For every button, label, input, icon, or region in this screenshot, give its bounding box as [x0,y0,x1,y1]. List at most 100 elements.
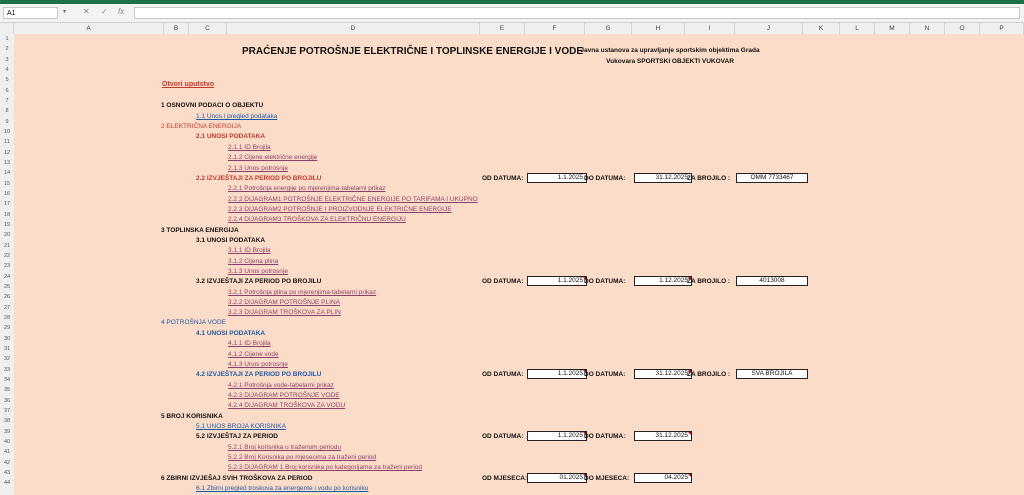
link-5-1[interactable]: 5.1 UNOS BROJA KORISNIKA [196,422,286,432]
row-header[interactable]: 1 [0,34,14,44]
link-4-2-1[interactable]: 4.2.1 Potrošnja vode-tabelarni prikaz [228,381,334,391]
link-3-1-3[interactable]: 3.1.3 Unos potrosnje [228,267,288,277]
link-2-2-3[interactable]: 2.2.3 DIJAGRAM2 POTROŠNJE I PROIZVODNJE … [228,205,452,215]
link-6-1[interactable]: 6.1 Zbirni pregled troskova za energente… [196,484,368,494]
link-3-1-2[interactable]: 3.1.2 Cijena plina [228,257,278,267]
select-all-corner[interactable] [0,23,14,34]
link-3-2-3[interactable]: 3.2.3 DIJAGRAM TROŠKOVA ZA PLIN [228,308,341,318]
link-4-1-3[interactable]: 4.1.3 Unos potrosnje [228,360,288,370]
link-1-1[interactable]: 1.1 Unos i pregled podataka [196,112,277,122]
row-header[interactable]: 18 [0,210,14,220]
water-date-to-field[interactable]: 31.12.2025 [634,369,692,379]
row-header[interactable]: 42 [0,458,14,468]
el-meter-field[interactable]: OMM 7733467 [736,173,808,183]
link-4-1-2[interactable]: 4.1.2 Cijene vode [228,350,279,360]
link-2-1-2[interactable]: 2.1.2 Cijene električne energije [228,153,317,163]
link-5-2-3[interactable]: 5.2.3 DIJAGRAM 1 Broj korisnika po kateg… [228,463,422,473]
instructions-link[interactable]: Otvori uputstvo [162,80,214,90]
column-header[interactable]: L [840,23,875,34]
row-header[interactable]: 9 [0,117,14,127]
gas-date-from-field[interactable]: 1.1.2025 [527,276,587,286]
row-header[interactable]: 33 [0,365,14,375]
link-4-2-3[interactable]: 4.2.3 DIJAGRAM POTROŠNJE VODE [228,391,340,401]
row-header[interactable]: 25 [0,282,14,292]
column-header[interactable]: M [875,23,910,34]
summary-month-to-field[interactable]: 04.2025 [634,473,692,483]
row-header[interactable]: 4 [0,65,14,75]
row-header[interactable]: 37 [0,406,14,416]
row-header[interactable]: 36 [0,396,14,406]
cancel-icon[interactable]: ✕ [83,7,90,16]
link-5-2-2[interactable]: 5.2.2 Broj Korisnika po mjesecima za tra… [228,453,376,463]
column-header[interactable]: A [14,23,164,34]
link-4-1-1[interactable]: 4.1.1 ID Brojila [228,339,271,349]
column-header[interactable]: C [189,23,227,34]
row-header[interactable]: 14 [0,168,14,178]
link-2-2-1[interactable]: 2.2.1 Potrošnja energije po mjerenjima-t… [228,184,386,194]
el-date-from-field[interactable]: 1.1.2025 [527,173,587,183]
row-header[interactable]: 22 [0,251,14,261]
row-header[interactable]: 7 [0,96,14,106]
column-header[interactable]: I [685,23,735,34]
column-header[interactable]: F [525,23,585,34]
row-header[interactable]: 44 [0,478,14,488]
column-header[interactable]: N [910,23,945,34]
link-2-2-2[interactable]: 2.2.2 DIJAGRAM1 POTROŠNJE ELEKTRIČNE ENE… [228,195,478,205]
gas-meter-field[interactable]: 4013008 [736,276,808,286]
row-header[interactable]: 26 [0,292,14,302]
row-header[interactable]: 28 [0,313,14,323]
column-header[interactable]: H [632,23,685,34]
link-2-1-1[interactable]: 2.1.1 ID Brojila [228,143,271,153]
row-header[interactable]: 16 [0,189,14,199]
row-header[interactable]: 6 [0,86,14,96]
column-header[interactable]: J [735,23,803,34]
column-header[interactable]: D [227,23,480,34]
row-header[interactable]: 30 [0,334,14,344]
row-header[interactable]: 19 [0,220,14,230]
row-header[interactable]: 32 [0,354,14,364]
users-date-to-field[interactable]: 31.12.2025 [634,431,692,441]
row-header[interactable]: 23 [0,261,14,271]
row-header[interactable]: 15 [0,179,14,189]
link-2-1-3[interactable]: 2.1.3 Unos potrosnje [228,164,288,174]
row-header[interactable]: 29 [0,323,14,333]
row-header[interactable]: 20 [0,230,14,240]
row-header[interactable]: 17 [0,199,14,209]
row-header[interactable]: 13 [0,158,14,168]
row-header[interactable]: 27 [0,303,14,313]
function-icon[interactable]: fx [118,7,124,16]
row-header[interactable]: 2 [0,44,14,54]
link-4-2-4[interactable]: 4.2.4 DIJAGRAM TROŠKOVA ZA VODU [228,401,345,411]
row-header[interactable]: 3 [0,55,14,65]
column-header[interactable]: E [480,23,525,34]
column-header[interactable]: P [980,23,1024,34]
row-header[interactable]: 12 [0,148,14,158]
link-5-2-1[interactable]: 5.2.1 Broj korisnika u traženom periodu [228,443,341,453]
row-header[interactable]: 10 [0,127,14,137]
column-header[interactable]: G [585,23,632,34]
column-header[interactable]: B [164,23,189,34]
row-header[interactable]: 41 [0,447,14,457]
row-header[interactable]: 5 [0,75,14,85]
row-header[interactable]: 11 [0,137,14,147]
link-2-2-4[interactable]: 2.2.4 DIJAGRAM3 TROŠKOVA ZA ELEKTRIČNU E… [228,215,406,225]
row-header[interactable]: 39 [0,427,14,437]
gas-date-to-field[interactable]: 1.12.2025 [634,276,692,286]
column-header[interactable]: O [945,23,980,34]
summary-month-from-field[interactable]: 01.2025 [527,473,587,483]
column-header[interactable]: K [803,23,840,34]
enter-icon[interactable]: ✓ [101,7,108,16]
el-date-to-field[interactable]: 31.12.2025 [634,173,692,183]
row-header[interactable]: 43 [0,468,14,478]
link-3-2-1[interactable]: 3.2.1 Potrošnja plina po mjerenjima-tabe… [228,288,376,298]
formula-input[interactable] [134,7,1020,19]
row-header[interactable]: 35 [0,385,14,395]
water-date-from-field[interactable]: 1.1.2025 [527,369,587,379]
name-box[interactable]: A1 [3,7,58,19]
chevron-down-icon[interactable]: ▾ [63,8,66,15]
row-header[interactable]: 38 [0,416,14,426]
row-header[interactable]: 40 [0,437,14,447]
link-3-2-2[interactable]: 3.2.2 DIJAGRAM POTROŠNJE PLINA [228,298,340,308]
water-meter-field[interactable]: SVA BROJILA [736,369,808,379]
row-header[interactable]: 24 [0,272,14,282]
